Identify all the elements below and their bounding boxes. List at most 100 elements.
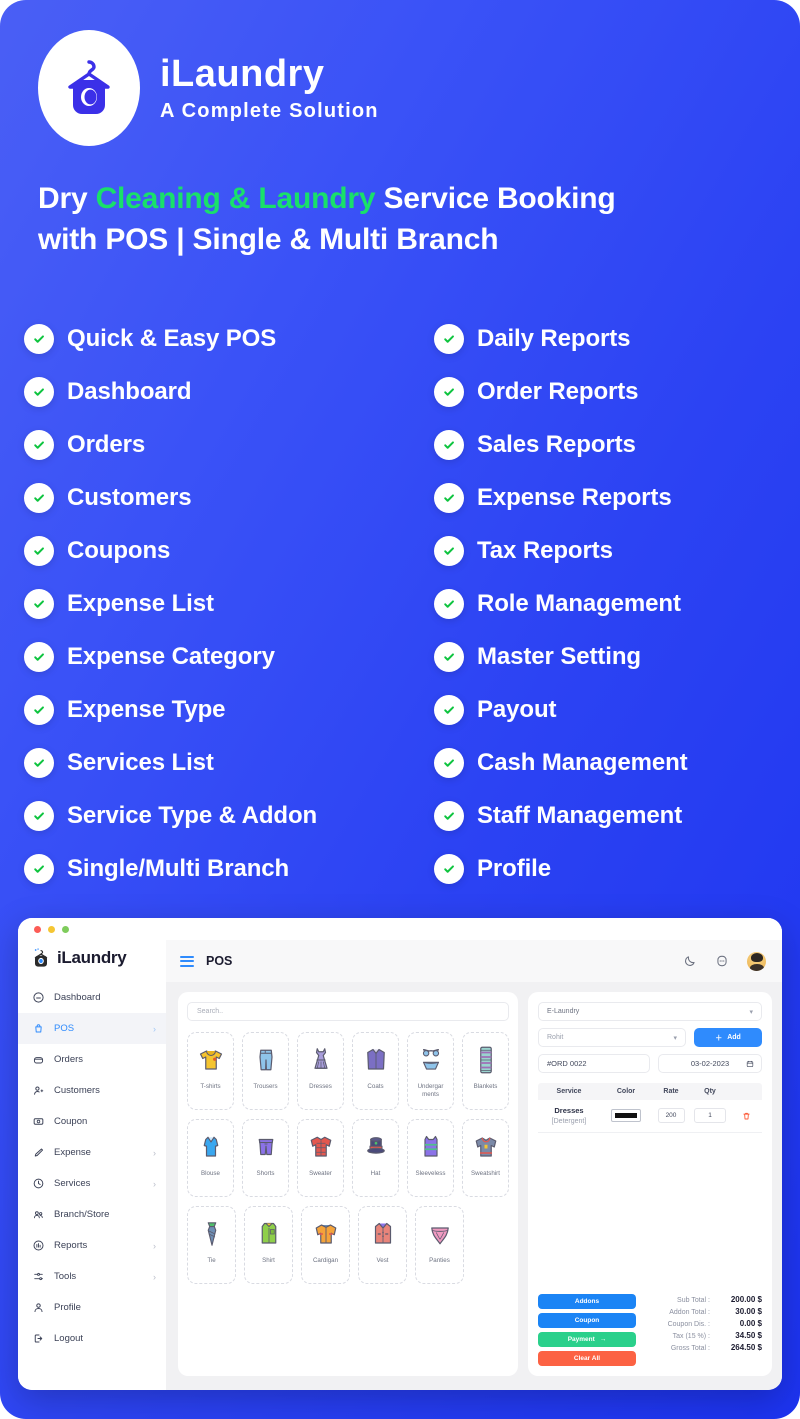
product-card[interactable]: Tie <box>187 1206 236 1284</box>
cart-table-header: Service Color Rate Qty <box>538 1083 762 1100</box>
product-name: Shirt <box>262 1257 275 1264</box>
product-name: Blouse <box>201 1170 220 1177</box>
product-card[interactable]: Shirt <box>244 1206 293 1284</box>
total-value: 30.00 $ <box>735 1307 762 1316</box>
sidebar-item-expense[interactable]: Expense › <box>18 1137 166 1168</box>
sidebar-item-customers[interactable]: Customers <box>18 1075 166 1106</box>
check-circle-icon <box>434 588 464 619</box>
feature-item: Tax Reports <box>434 524 792 577</box>
qty-input[interactable]: 1 <box>694 1108 726 1124</box>
check-circle-icon <box>24 747 54 778</box>
product-card[interactable]: Sweatshirt <box>462 1119 509 1197</box>
rate-input[interactable]: 200 <box>657 1108 685 1124</box>
product-name: Tie <box>207 1257 216 1264</box>
total-label: Sub Total : <box>677 1297 710 1304</box>
sidebar-item-pos[interactable]: POS › <box>18 1013 166 1044</box>
product-name: Cardigan <box>312 1257 339 1264</box>
feature-item: Quick & Easy POS <box>24 312 434 365</box>
avatar[interactable] <box>747 951 766 971</box>
sidebar-item-coupon[interactable]: Coupon <box>18 1106 166 1137</box>
check-circle-icon <box>24 853 54 884</box>
customer-select[interactable]: Rohit ▾ <box>538 1028 686 1047</box>
hamburger-icon[interactable] <box>180 955 194 967</box>
feature-item: Daily Reports <box>434 312 792 365</box>
total-label: Addon Total : <box>669 1309 710 1316</box>
product-card[interactable]: Cardigan <box>301 1206 350 1284</box>
search-input[interactable]: Search.. <box>187 1002 509 1021</box>
feature-label: Quick & Easy POS <box>67 324 277 352</box>
product-row: Tie Shirt Cardigan Vest Panties <box>187 1206 509 1284</box>
cart-service-cell: Dresses [Detergent] <box>538 1100 600 1132</box>
cart-column-header: Rate <box>663 1088 679 1095</box>
sidebar-item-logout[interactable]: Logout <box>18 1323 166 1354</box>
sidebar-item-profile[interactable]: Profile <box>18 1292 166 1323</box>
product-card[interactable]: Blouse <box>187 1119 234 1197</box>
window-close-dot[interactable] <box>34 925 41 933</box>
product-card[interactable]: Coats <box>352 1032 399 1110</box>
sidebar-brand: iLaundry <box>18 944 166 982</box>
order-number-field[interactable]: #ORD 0022 <box>538 1054 650 1073</box>
feature-item: Coupons <box>24 524 434 577</box>
check-circle-icon <box>24 641 54 672</box>
app-mockup-window: iLaundry Dashboard POS › Orders Customers Cou… <box>18 918 782 1390</box>
calendar-icon[interactable] <box>746 1060 754 1068</box>
message-icon[interactable] <box>715 954 729 968</box>
product-card[interactable]: Sleeveless <box>407 1119 454 1197</box>
sidebar-item-tools[interactable]: Tools › <box>18 1261 166 1292</box>
cart-rate-cell[interactable]: 200 <box>652 1100 690 1132</box>
addons-button[interactable]: Addons <box>538 1294 636 1309</box>
feature-item: Orders <box>24 418 434 471</box>
product-grid: T-shirts Trousers Dresses Coats Undergar men… <box>187 1032 509 1284</box>
sidebar-item-reports[interactable]: Reports › <box>18 1230 166 1261</box>
sweatshirt-icon <box>469 1127 503 1167</box>
sidebar-item-services[interactable]: Services › <box>18 1168 166 1199</box>
cart-delete-cell[interactable] <box>730 1100 762 1132</box>
feature-label: Cash Management <box>477 748 688 776</box>
product-card[interactable]: T-shirts <box>187 1032 234 1110</box>
product-card[interactable]: Hat <box>352 1119 399 1197</box>
product-card[interactable]: Dresses <box>297 1032 344 1110</box>
window-minimize-dot[interactable] <box>48 925 55 933</box>
cart-qty-cell[interactable]: 1 <box>690 1100 730 1132</box>
product-card[interactable]: Undergar ments <box>407 1032 454 1110</box>
coupon-button[interactable]: Coupon <box>538 1313 636 1328</box>
payment-button[interactable]: Payment → <box>538 1332 636 1347</box>
feature-item: Role Management <box>434 577 792 630</box>
brand-tagline: A Complete Solution <box>160 100 379 123</box>
trash-icon[interactable] <box>742 1111 751 1121</box>
cart-service-name: Dresses <box>554 1106 584 1115</box>
sidebar-item-label: Expense <box>54 1147 91 1158</box>
app-main: POS Search.. T-shirts Trousers Dresses C… <box>166 940 782 1390</box>
feature-item: Expense Reports <box>434 471 792 524</box>
service-select[interactable]: E-Laundry ▾ <box>538 1002 762 1021</box>
moon-icon[interactable] <box>683 954 697 968</box>
shorts-icon <box>249 1127 283 1167</box>
logout-icon <box>34 1334 43 1343</box>
product-name: Hat <box>370 1170 381 1177</box>
headline-part1: Dry <box>38 182 96 215</box>
order-date-field[interactable]: 03-02-2023 <box>658 1054 762 1073</box>
feature-item: Service Type & Addon <box>24 789 434 842</box>
sidebar-item-orders[interactable]: Orders <box>18 1044 166 1075</box>
cart-color-cell[interactable] <box>600 1100 652 1132</box>
feature-list: Quick & Easy POS Dashboard Orders Customers… <box>24 312 792 895</box>
total-row: Gross Total : 264.50 $ <box>646 1343 762 1352</box>
product-card[interactable]: Shorts <box>242 1119 289 1197</box>
app-sidebar: iLaundry Dashboard POS › Orders Customers Cou… <box>18 940 166 1390</box>
clear-all-button[interactable]: Clear All <box>538 1351 636 1366</box>
product-card[interactable]: Panties <box>415 1206 464 1284</box>
check-circle-icon <box>24 694 54 725</box>
product-card[interactable]: Blankets <box>462 1032 509 1110</box>
window-maximize-dot[interactable] <box>62 925 69 933</box>
sidebar-item-dashboard[interactable]: Dashboard <box>18 982 166 1013</box>
sidebar-item-branch-store[interactable]: Branch/Store <box>18 1199 166 1230</box>
cart-service-addon: [Detergent] <box>551 1117 587 1125</box>
product-card[interactable]: Sweater <box>297 1119 344 1197</box>
feature-label: Payout <box>477 695 557 723</box>
feature-label: Staff Management <box>477 801 683 829</box>
add-customer-button[interactable]: ＋ Add <box>694 1028 762 1047</box>
feature-label: Customers <box>67 483 192 511</box>
color-swatch[interactable] <box>611 1109 641 1123</box>
product-card[interactable]: Vest <box>358 1206 407 1284</box>
product-card[interactable]: Trousers <box>242 1032 289 1110</box>
